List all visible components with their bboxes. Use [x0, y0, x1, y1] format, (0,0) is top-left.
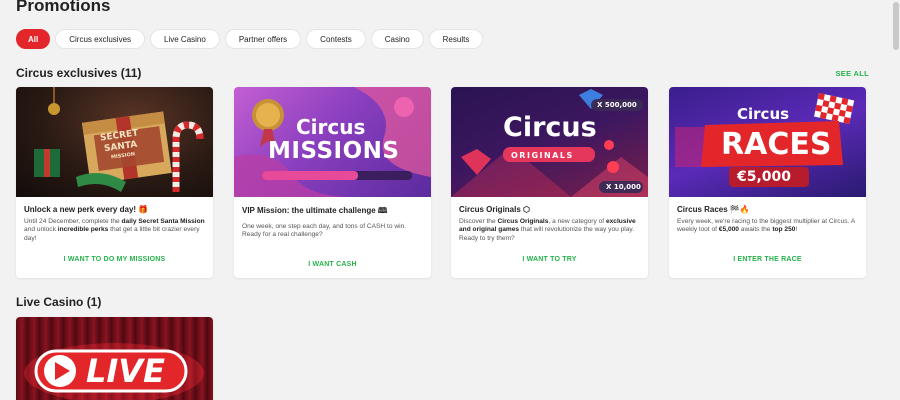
card-title: Unlock a new perk every day! 🎁 — [24, 205, 149, 214]
filter-chips: All Circus exclusives Live Casino Partne… — [16, 29, 484, 49]
card-description: One week, one step each day, and tons of… — [242, 223, 407, 239]
circus-originals-image: Circus ORIGINALS X 500,000 X 10,000 — [451, 87, 648, 197]
promo-card-circus-races[interactable]: Circus RACES €5,000 Circus Races 🏁🔥 Ever… — [669, 87, 866, 278]
page-title: Promotions — [16, 0, 111, 15]
filter-chip-results[interactable]: Results — [428, 29, 484, 49]
santa-gift-image: SECRET SANTA MISSION — [16, 87, 213, 197]
scrollbar-thumb[interactable] — [893, 2, 899, 50]
promo-card-secret-santa[interactable]: SECRET SANTA MISSION Unlock a new perk e… — [16, 87, 213, 278]
card-title: Circus Races 🏁🔥 — [677, 205, 750, 214]
section-title-live-casino: Live Casino (1) — [16, 295, 102, 309]
filter-chip-partner-offers[interactable]: Partner offers — [224, 29, 302, 49]
live-casino-image: LIVE — [16, 317, 213, 400]
card-cta-button[interactable]: I ENTER THE RACE — [677, 256, 858, 263]
card-cta-button[interactable]: I WANT CASH — [242, 261, 423, 268]
promo-card-live-casino[interactable]: LIVE — [16, 317, 213, 400]
card-cta-button[interactable]: I WANT TO TRY — [459, 256, 640, 263]
card-cta-button[interactable]: I WANT TO DO MY MISSIONS — [24, 256, 205, 263]
scrollbar[interactable] — [891, 0, 900, 400]
card-title: Circus Originals ⬡ — [459, 205, 531, 214]
circus-races-image: Circus RACES €5,000 — [669, 87, 866, 197]
card-description: Every week, we're racing to the biggest … — [677, 218, 855, 234]
see-all-link[interactable]: SEE ALL — [836, 69, 870, 78]
circus-missions-image: Circus MISSIONS — [234, 87, 431, 197]
promo-card-circus-originals[interactable]: Circus ORIGINALS X 500,000 X 10,000 Circ… — [451, 87, 648, 278]
filter-chip-casino[interactable]: Casino — [370, 29, 424, 49]
filter-chip-live-casino[interactable]: Live Casino — [150, 29, 220, 49]
card-title: VIP Mission: the ultimate challenge 🕮 — [242, 206, 388, 215]
filter-chip-all[interactable]: All — [16, 29, 51, 49]
filter-chip-contests[interactable]: Contests — [306, 29, 366, 49]
card-description: Discover the Circus Originals, a new cat… — [459, 218, 636, 242]
section-title-circus-exclusives: Circus exclusives (11) — [16, 66, 142, 80]
filter-chip-circus-exclusives[interactable]: Circus exclusives — [55, 29, 146, 49]
card-description: Until 24 December, complete the daily Se… — [24, 218, 205, 242]
promo-card-vip-mission[interactable]: Circus MISSIONS VIP Mission: the ultimat… — [234, 87, 431, 278]
